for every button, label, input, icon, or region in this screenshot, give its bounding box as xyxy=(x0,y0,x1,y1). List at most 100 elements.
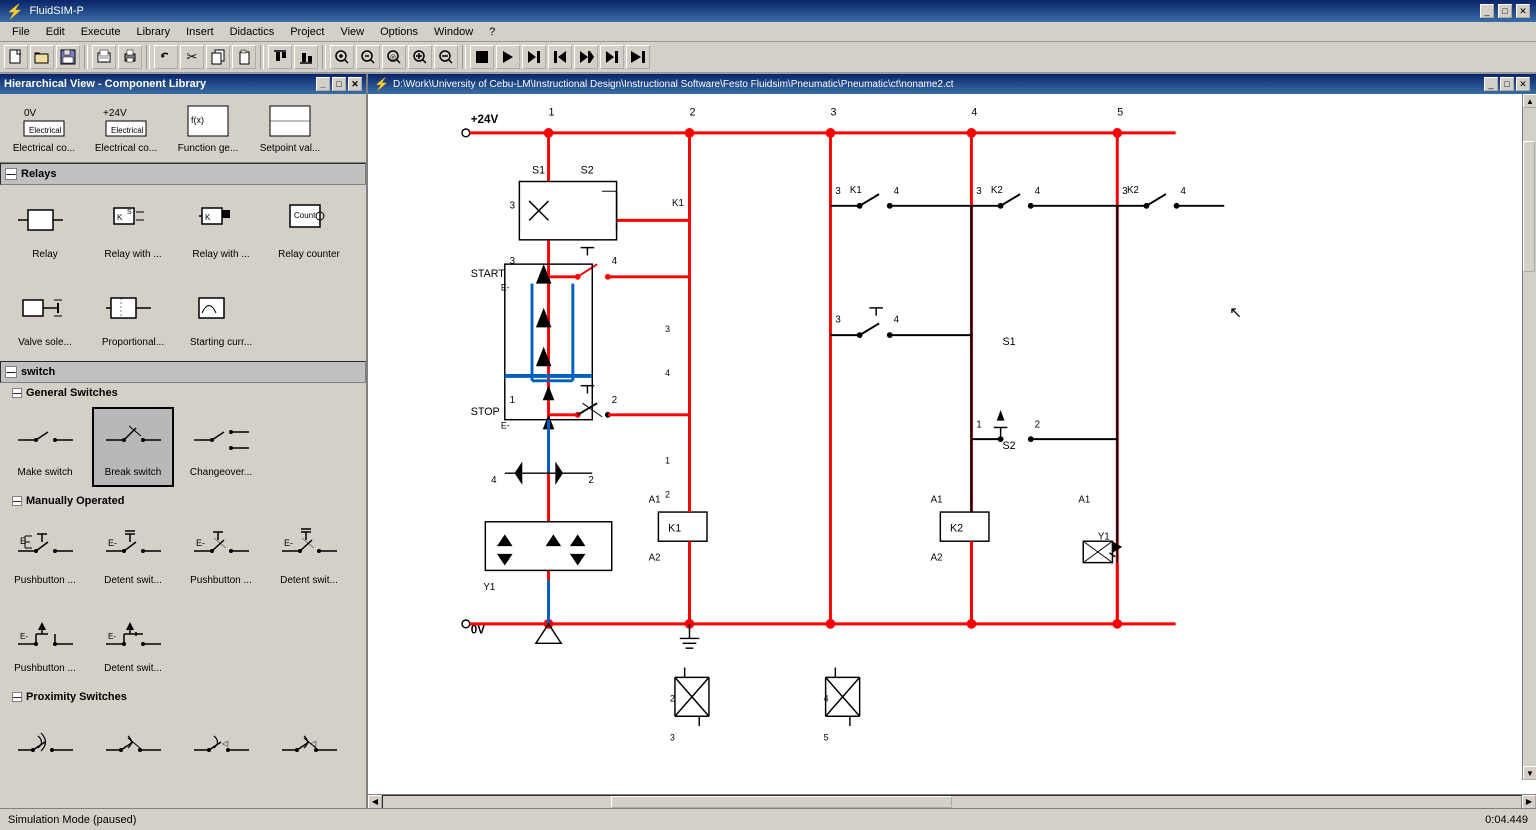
menu-window[interactable]: Window xyxy=(426,24,481,40)
svg-text:5: 5 xyxy=(1117,106,1123,118)
zoom-in2-button[interactable] xyxy=(408,45,432,69)
lib-minimize[interactable]: _ xyxy=(316,77,330,91)
comp-detent-switch-2[interactable]: E- Detent swit... xyxy=(268,515,350,595)
zoom-fit-button[interactable]: ◎ xyxy=(382,45,406,69)
h-scroll-right-button[interactable]: ▶ xyxy=(1522,795,1536,809)
menu-options[interactable]: Options xyxy=(372,24,426,40)
minimize-button[interactable]: _ xyxy=(1480,4,1494,18)
comp-changeover[interactable]: Changeover... xyxy=(180,407,262,487)
menu-library[interactable]: Library xyxy=(128,24,178,40)
comp-pushbutton-3-icon: E- xyxy=(15,611,75,661)
zoom-out-button[interactable] xyxy=(356,45,380,69)
comp-pushbutton-3[interactable]: E- Pushbutton ... xyxy=(4,603,86,683)
comp-prox-3[interactable]: ◁ xyxy=(180,711,262,791)
comp-detent-switch-1[interactable]: E- Detent swit... xyxy=(92,515,174,595)
new-button[interactable] xyxy=(4,45,28,69)
menu-execute[interactable]: Execute xyxy=(73,24,129,40)
comp-detent-switch-3[interactable]: E- Detent swit... xyxy=(92,603,174,683)
menu-project[interactable]: Project xyxy=(282,24,332,40)
comp-setpoint[interactable]: Setpoint val... xyxy=(250,98,330,158)
svg-text:S1: S1 xyxy=(532,165,545,177)
svg-text:1: 1 xyxy=(549,106,555,118)
comp-valve-sole[interactable]: Valve sole... xyxy=(4,277,86,357)
schematic-title-bar: ⚡ D:\Work\University of Cebu-LM\Instruct… xyxy=(368,74,1536,94)
comp-24v[interactable]: +24V Electrical Electrical co... xyxy=(86,98,166,158)
menu-didactics[interactable]: Didactics xyxy=(222,24,283,40)
step-fwd-button[interactable] xyxy=(574,45,598,69)
svg-text:S2: S2 xyxy=(1003,440,1016,452)
menu-view[interactable]: View xyxy=(332,24,372,40)
h-scroll-left-button[interactable]: ◀ xyxy=(368,795,382,809)
switch-header[interactable]: — switch xyxy=(0,361,366,383)
paste-button[interactable] xyxy=(232,45,256,69)
comp-starting-curr-icon xyxy=(191,285,251,335)
print-button[interactable] xyxy=(118,45,142,69)
comp-prox-4[interactable]: ◁ xyxy=(268,711,350,791)
h-scroll-thumb[interactable] xyxy=(611,796,952,808)
svg-text:4: 4 xyxy=(612,256,618,267)
comp-relay-icon xyxy=(15,197,75,247)
next-button[interactable] xyxy=(600,45,624,69)
library-controls: _ □ ✕ xyxy=(316,77,362,91)
manually-operated-header[interactable]: — Manually Operated xyxy=(0,491,366,511)
zoom-in-button[interactable] xyxy=(330,45,354,69)
play-button[interactable] xyxy=(496,45,520,69)
lib-restore[interactable]: □ xyxy=(332,77,346,91)
svg-text:+24V: +24V xyxy=(471,113,499,126)
prev-button[interactable] xyxy=(548,45,572,69)
svg-text:E-: E- xyxy=(108,632,116,641)
cut-button[interactable]: ✂ xyxy=(180,45,204,69)
comp-prox-2[interactable] xyxy=(92,711,174,791)
svg-text:3: 3 xyxy=(835,186,840,197)
open-button[interactable] xyxy=(30,45,54,69)
stop-button[interactable] xyxy=(470,45,494,69)
last-button[interactable] xyxy=(626,45,650,69)
comp-0v[interactable]: 0V Electrical Electrical co... xyxy=(4,98,84,158)
comp-starting-curr[interactable]: Starting curr... xyxy=(180,277,262,357)
lib-close[interactable]: ✕ xyxy=(348,77,362,91)
svg-text:A2: A2 xyxy=(649,553,661,564)
h-scrollbar[interactable]: ◀ ▶ xyxy=(368,794,1536,808)
copy-button[interactable] xyxy=(206,45,230,69)
comp-changeover-label: Changeover... xyxy=(190,467,252,479)
comp-relay-with-2[interactable]: K Relay with ... xyxy=(180,189,262,269)
comp-make-switch[interactable]: Make switch xyxy=(4,407,86,487)
menu-edit[interactable]: Edit xyxy=(38,24,73,40)
comp-0v-label: Electrical co... xyxy=(13,143,75,155)
comp-proportional[interactable]: Proportional... xyxy=(92,277,174,357)
comp-relay-counter[interactable]: Count Relay counter xyxy=(268,189,350,269)
close-button[interactable]: ✕ xyxy=(1516,4,1530,18)
print-preview-button[interactable] xyxy=(92,45,116,69)
comp-function[interactable]: f(x) Function ge... xyxy=(168,98,248,158)
comp-relay-with-1[interactable]: K S Relay with ... xyxy=(92,189,174,269)
menu-file[interactable]: File xyxy=(4,24,38,40)
schematic-close[interactable]: ✕ xyxy=(1516,77,1530,91)
schematic-minimize[interactable]: _ xyxy=(1484,77,1498,91)
status-timestamp: 0:04.449 xyxy=(1485,814,1528,826)
menu-help[interactable]: ? xyxy=(481,24,503,40)
maximize-button[interactable]: □ xyxy=(1498,4,1512,18)
undo-button[interactable] xyxy=(154,45,178,69)
zoom-out2-button[interactable] xyxy=(434,45,458,69)
library-scroll[interactable]: 0V Electrical Electrical co... +24V Elec… xyxy=(0,94,366,808)
comp-pushbutton-1[interactable]: E Pushbutton ... xyxy=(4,515,86,595)
general-switches-header[interactable]: — General Switches xyxy=(0,383,366,403)
schematic-restore[interactable]: □ xyxy=(1500,77,1514,91)
align-bottom-button[interactable] xyxy=(294,45,318,69)
proximity-switches-header[interactable]: — Proximity Switches xyxy=(0,687,366,707)
comp-relay[interactable]: Relay xyxy=(4,189,86,269)
menu-insert[interactable]: Insert xyxy=(178,24,222,40)
svg-text:↖: ↖ xyxy=(1229,305,1242,322)
comp-break-switch[interactable]: Break switch xyxy=(92,407,174,487)
align-top-button[interactable] xyxy=(268,45,292,69)
svg-text:S1: S1 xyxy=(1003,336,1016,348)
svg-text:K1: K1 xyxy=(672,198,684,209)
step-button[interactable] xyxy=(522,45,546,69)
relays-header[interactable]: — Relays xyxy=(0,163,366,185)
save-button[interactable] xyxy=(56,45,80,69)
schematic-title: D:\Work\University of Cebu-LM\Instructio… xyxy=(393,79,954,90)
comp-pushbutton-2[interactable]: E- Pushbutton ... xyxy=(180,515,262,595)
comp-relay-with-1-label: Relay with ... xyxy=(104,249,161,261)
comp-prox-1[interactable] xyxy=(4,711,86,791)
schematic-area[interactable]: ▲ ▼ +24V 1 2 3 4 5 xyxy=(368,94,1536,794)
